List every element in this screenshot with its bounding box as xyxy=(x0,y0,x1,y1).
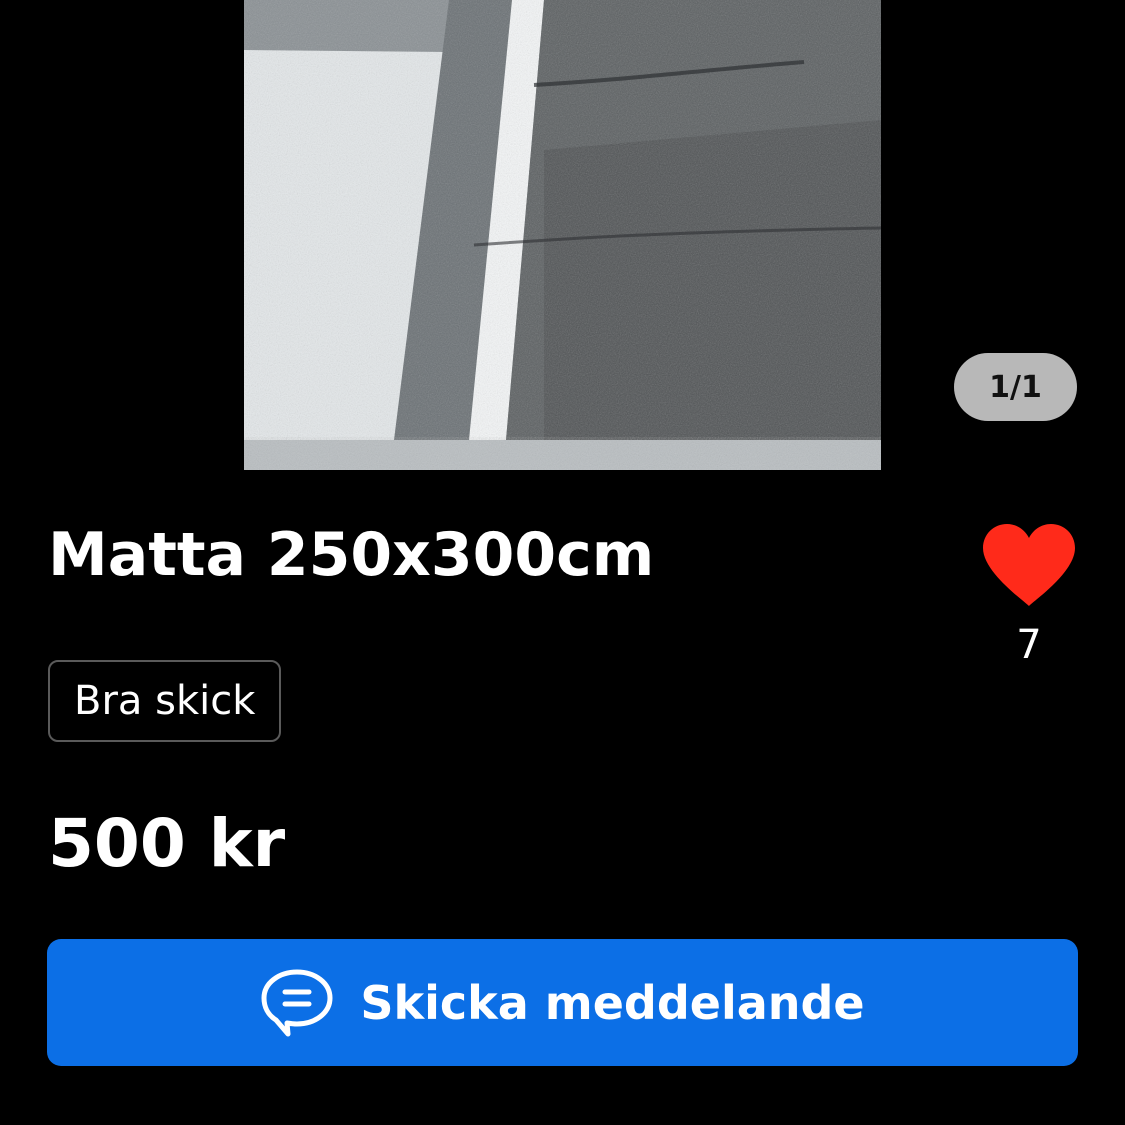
heart-icon[interactable] xyxy=(979,522,1079,608)
chat-bubble-icon xyxy=(261,969,333,1036)
favorite-count: 7 xyxy=(1016,622,1042,668)
listing-price: 500 kr xyxy=(48,805,286,882)
rug-photo-image xyxy=(244,0,881,470)
image-counter: 1/1 xyxy=(954,353,1077,421)
listing-title: Matta 250x300cm xyxy=(48,520,655,590)
condition-label: Bra skick xyxy=(74,678,256,724)
condition-badge: Bra skick xyxy=(48,660,282,742)
favorite-button[interactable]: 7 xyxy=(976,522,1082,668)
listing-photo[interactable] xyxy=(244,0,881,470)
send-message-label: Skicka meddelande xyxy=(360,975,865,1030)
send-message-button[interactable]: Skicka meddelande xyxy=(47,939,1078,1066)
